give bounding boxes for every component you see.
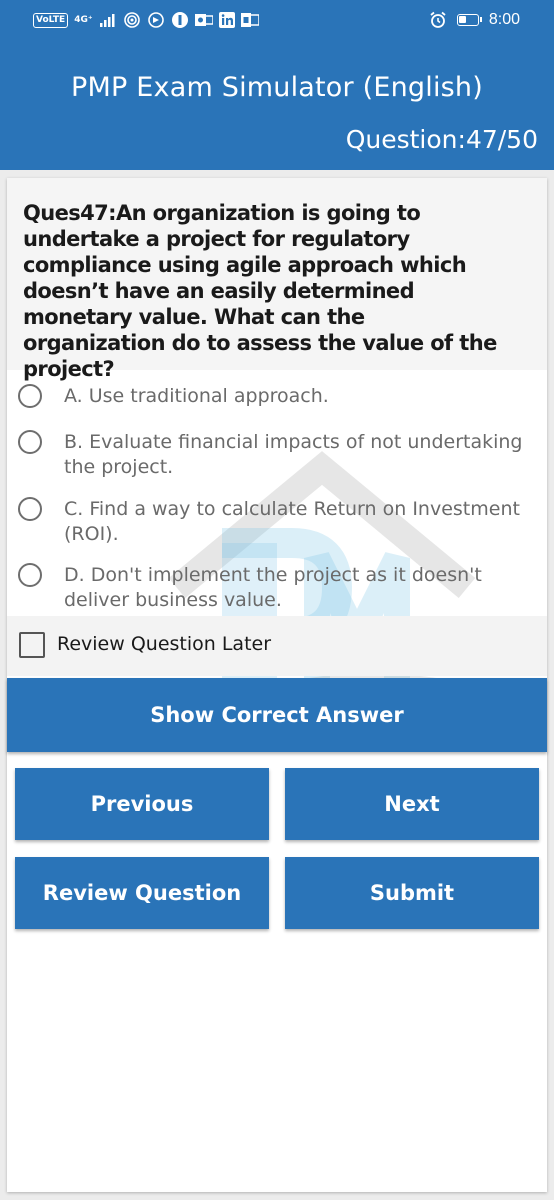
office-icon: [240, 13, 259, 27]
previous-button[interactable]: Previous: [15, 768, 269, 840]
alarm-icon: [430, 11, 446, 28]
app-icon: [171, 12, 188, 28]
option-c[interactable]: C. Find a way to calculate Return on Inv…: [7, 491, 547, 551]
submit-button[interactable]: Submit: [285, 857, 539, 929]
show-correct-answer-button[interactable]: Show Correct Answer: [7, 678, 547, 752]
volte-badge: VoLTE: [33, 12, 69, 28]
outlook-icon: [194, 14, 213, 26]
review-question-button[interactable]: Review Question: [15, 857, 269, 929]
location-icon: [147, 12, 164, 28]
next-button[interactable]: Next: [285, 768, 539, 840]
question-box: Ques47:An organization is going to under…: [7, 178, 547, 381]
option-b[interactable]: B. Evaluate financial impacts of not und…: [7, 424, 547, 484]
option-c-label: C. Find a way to calculate Return on Inv…: [64, 498, 520, 545]
option-d-label: D. Don't implement the project as it doe…: [64, 564, 482, 611]
app-header: PMP Exam Simulator (English) Question:47…: [0, 40, 554, 170]
option-a-label: A. Use traditional approach.: [64, 385, 329, 407]
linkedin-icon: [218, 12, 235, 28]
question-text: Ques47:An organization is going to under…: [23, 201, 497, 381]
review-later-row[interactable]: Review Question Later: [7, 616, 547, 676]
signal-icon: [99, 14, 115, 27]
option-b-label: B. Evaluate financial impacts of not und…: [64, 431, 523, 478]
radio-button-a[interactable]: [18, 384, 42, 408]
radio-button-b[interactable]: [18, 430, 42, 454]
status-icons-right: 8:00: [429, 8, 520, 32]
battery-icon: [456, 14, 482, 26]
app-title: PMP Exam Simulator (English): [71, 72, 483, 103]
network-type-badge: 4G⁺: [74, 15, 93, 25]
question-card: Ques47:An organization is going to under…: [7, 178, 547, 1192]
question-counter: Question:47/50: [345, 125, 538, 154]
status-bar: VoLTE 4G⁺ 8:00: [0, 0, 554, 40]
radio-button-d[interactable]: [18, 563, 42, 587]
review-later-checkbox[interactable]: [19, 632, 45, 658]
review-later-label: Review Question Later: [57, 633, 272, 655]
option-a[interactable]: A. Use traditional approach.: [7, 378, 547, 418]
status-icons-left: VoLTE 4G⁺: [33, 10, 259, 30]
option-d[interactable]: D. Don't implement the project as it doe…: [7, 557, 547, 617]
hotspot-icon: [123, 12, 140, 28]
radio-button-c[interactable]: [18, 497, 42, 521]
clock: 8:00: [488, 11, 520, 28]
